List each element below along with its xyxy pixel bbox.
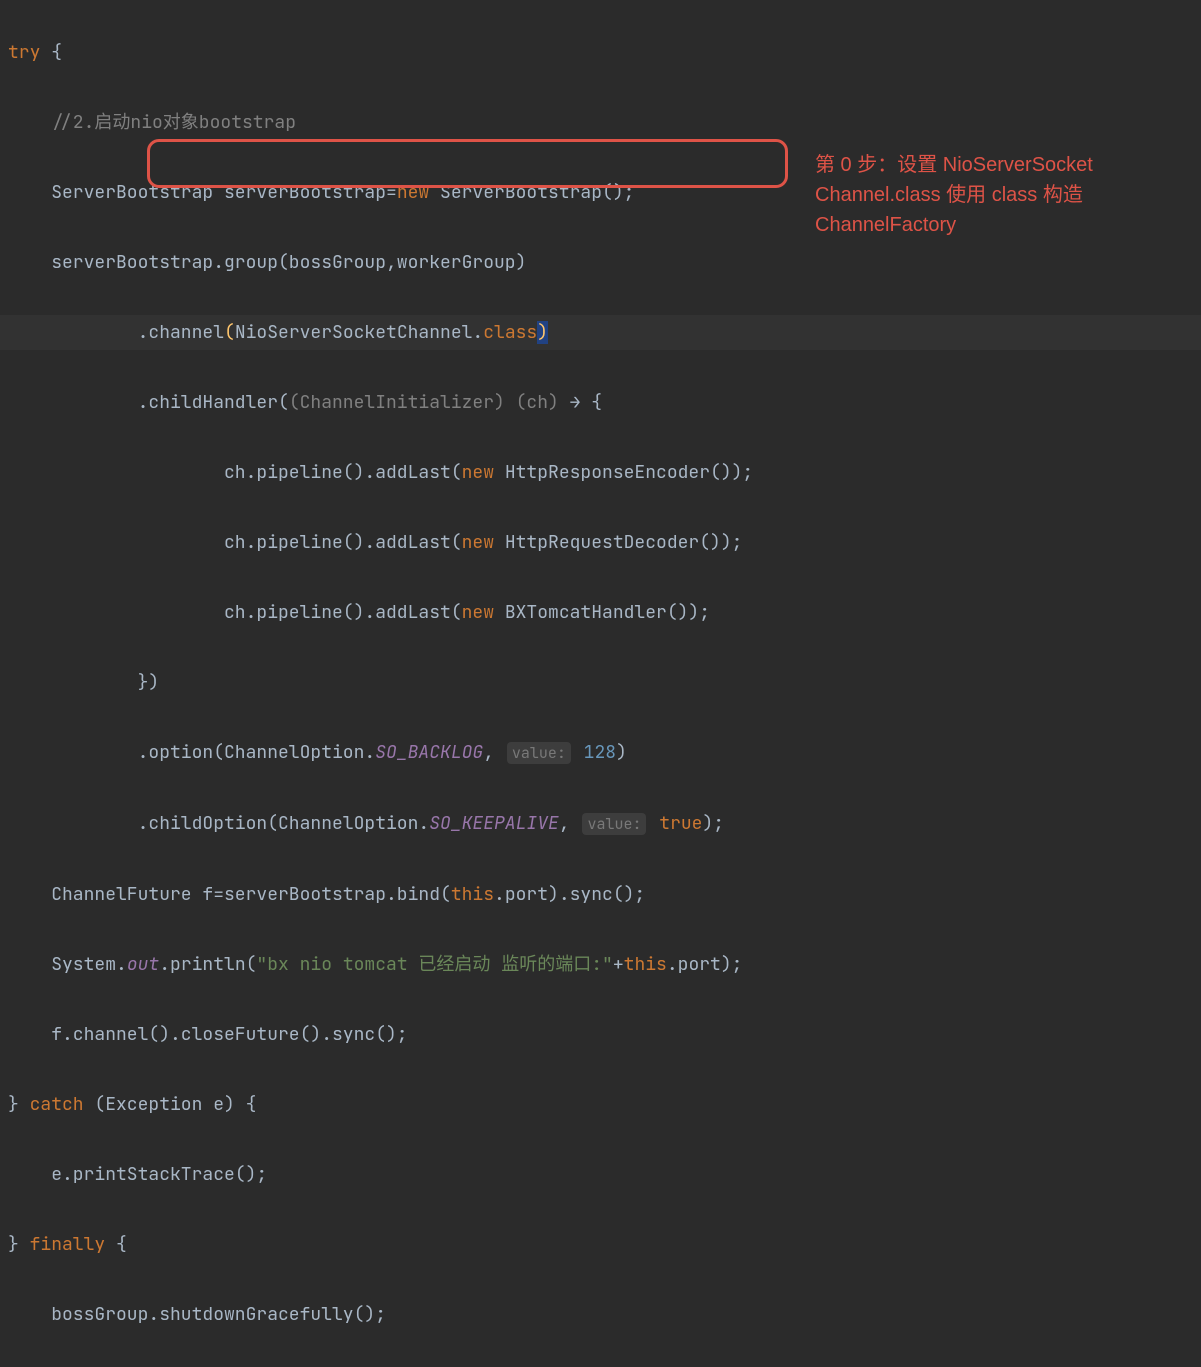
code-line: try { [0, 35, 1201, 70]
code-line-highlighted: .channel(NioServerSocketChannel.class) [0, 315, 1201, 350]
code-line: ch.pipeline().addLast(new HttpResponseEn… [0, 455, 1201, 490]
code-line: } finally { [0, 1227, 1201, 1262]
code-line: .childHandler((ChannelInitializer) (ch) … [0, 385, 1201, 420]
param-hint: value: [507, 742, 571, 764]
code-line: bossGroup.shutdownGracefully(); [0, 1297, 1201, 1332]
code-line: } catch (Exception e) { [0, 1087, 1201, 1122]
code-line: f.channel().closeFuture().sync(); [0, 1017, 1201, 1052]
keyword-try: try [8, 41, 40, 64]
param-hint: value: [582, 813, 646, 835]
code-line: ChannelFuture f=serverBootstrap.bind(thi… [0, 877, 1201, 912]
code-line: .option(ChannelOption.SO_BACKLOG, value:… [0, 735, 1201, 771]
code-line: ch.pipeline().addLast(new BXTomcatHandle… [0, 595, 1201, 630]
code-line: System.out.println("bx nio tomcat 已经启动 监… [0, 947, 1201, 982]
code-line: ch.pipeline().addLast(new HttpRequestDec… [0, 525, 1201, 560]
code-line: .childOption(ChannelOption.SO_KEEPALIVE,… [0, 806, 1201, 842]
code-line: }) [0, 665, 1201, 700]
code-line: e.printStackTrace(); [0, 1157, 1201, 1192]
annotation-text: 第 0 步：设置 NioServerSocket Channel.class 使… [815, 150, 1195, 240]
code-line: serverBootstrap.group(bossGroup,workerGr… [0, 245, 1201, 280]
code-line: //2.启动nio对象bootstrap [0, 105, 1201, 140]
comment: //2.启动nio对象bootstrap [51, 111, 296, 134]
